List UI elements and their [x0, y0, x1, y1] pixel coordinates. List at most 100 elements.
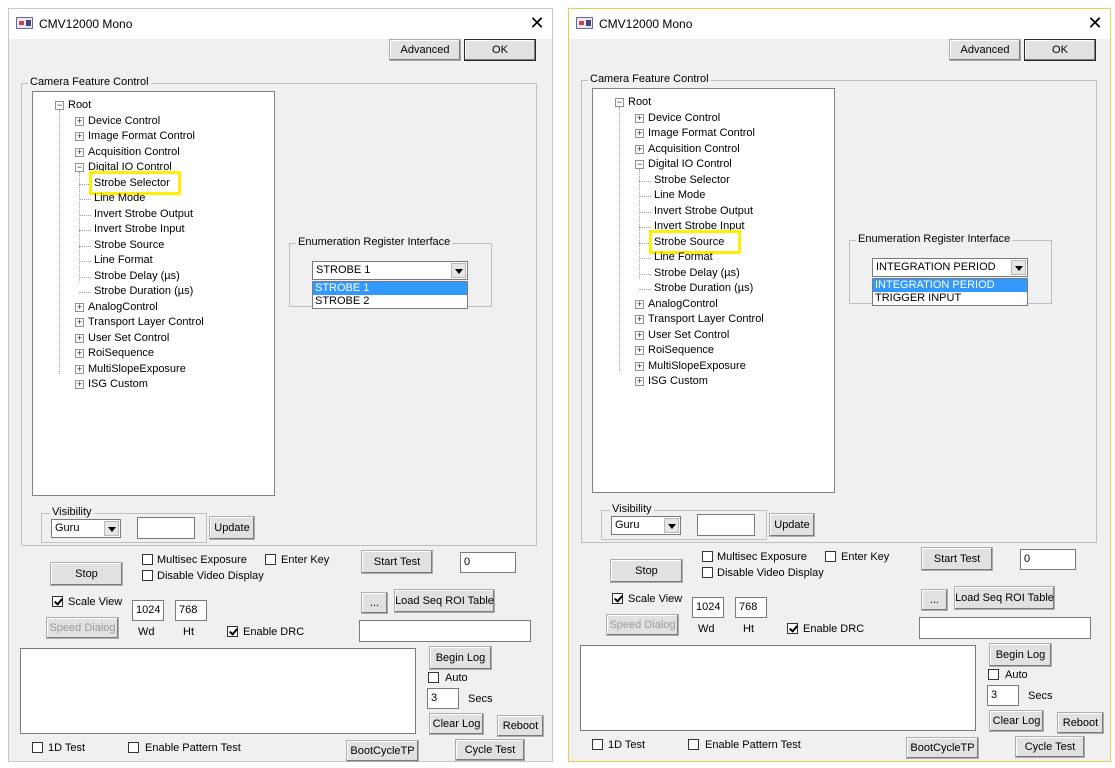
close-button[interactable]: ✕	[526, 12, 548, 34]
enum-value-combo[interactable]: INTEGRATION PERIOD	[872, 258, 1028, 277]
tree-item[interactable]: Image Format Control	[88, 129, 195, 144]
tree-item[interactable]: Invert Strobe Input	[94, 222, 185, 237]
reboot-button[interactable]: Reboot	[1057, 712, 1104, 734]
expand-icon[interactable]: +	[635, 144, 644, 154]
browse-button[interactable]: ...	[361, 592, 388, 614]
enum-option[interactable]: INTEGRATION PERIOD	[873, 279, 1027, 292]
chevron-down-icon[interactable]	[664, 518, 679, 533]
enum-options-list[interactable]: INTEGRATION PERIOD TRIGGER INPUT	[872, 278, 1028, 306]
speed-dialog-button[interactable]: Speed Dialog	[46, 617, 119, 639]
load-seq-roi-table-button[interactable]: Load Seq ROI Table	[394, 589, 495, 613]
log-textarea[interactable]	[20, 648, 416, 734]
bootcycletp-button[interactable]: BootCycleTP	[346, 740, 419, 762]
seq-path-input[interactable]	[359, 620, 531, 642]
width-input[interactable]: 1024	[132, 600, 164, 621]
load-seq-roi-table-button[interactable]: Load Seq ROI Table	[954, 586, 1055, 610]
collapse-icon[interactable]: −	[75, 163, 84, 172]
expand-icon[interactable]: +	[635, 299, 644, 309]
enable-drc-checkbox[interactable]	[787, 623, 798, 634]
expand-icon[interactable]: +	[75, 116, 84, 126]
feature-tree[interactable]: − Root + Device Control + Image Format Contro…	[32, 91, 275, 496]
secs-input[interactable]: 3	[427, 688, 459, 709]
tree-item[interactable]: Digital IO Control	[648, 157, 732, 172]
tree-item[interactable]: Line Mode	[654, 188, 705, 203]
tree-item[interactable]: Device Control	[648, 111, 720, 126]
auto-checkbox[interactable]	[988, 669, 999, 680]
height-input[interactable]: 768	[175, 600, 207, 621]
pattern-test-checkbox[interactable]	[128, 742, 139, 753]
tree-item[interactable]: MultiSlopeExposure	[648, 359, 746, 374]
chevron-down-icon[interactable]	[451, 263, 466, 278]
chevron-down-icon[interactable]	[104, 521, 119, 536]
tree-item[interactable]: AnalogControl	[648, 297, 718, 312]
multisec-exposure-checkbox[interactable]	[142, 554, 153, 565]
enum-option[interactable]: STROBE 1	[313, 282, 467, 295]
tree-item[interactable]: Strobe Duration (µs)	[94, 284, 193, 299]
visibility-text-input[interactable]	[137, 517, 195, 539]
enum-option[interactable]: TRIGGER INPUT	[873, 292, 1027, 305]
tree-item[interactable]: Root	[628, 95, 651, 110]
expand-icon[interactable]: +	[75, 349, 84, 358]
tree-item[interactable]: Strobe Delay (µs)	[94, 269, 180, 284]
collapse-icon[interactable]: −	[615, 98, 624, 107]
tree-item[interactable]: Root	[68, 98, 91, 113]
expand-icon[interactable]: +	[635, 129, 644, 138]
begin-log-button[interactable]: Begin Log	[429, 646, 492, 670]
tree-item[interactable]: Line Format	[654, 250, 713, 265]
pattern-test-checkbox[interactable]	[688, 739, 699, 750]
enable-drc-checkbox[interactable]	[227, 626, 238, 637]
test-count-input[interactable]: 0	[1020, 549, 1076, 570]
tree-item[interactable]: Strobe Duration (µs)	[654, 281, 753, 296]
tree-item[interactable]: Device Control	[88, 114, 160, 129]
expand-icon[interactable]: +	[635, 113, 644, 123]
expand-icon[interactable]: +	[75, 302, 84, 312]
enum-value-combo[interactable]: STROBE 1	[312, 261, 468, 280]
clear-log-button[interactable]: Clear Log	[429, 713, 484, 735]
bootcycletp-button[interactable]: BootCycleTP	[906, 737, 979, 759]
update-button[interactable]: Update	[769, 513, 815, 537]
update-button[interactable]: Update	[209, 516, 255, 540]
collapse-icon[interactable]: −	[635, 160, 644, 169]
tree-item[interactable]: Transport Layer Control	[648, 312, 764, 327]
advanced-button[interactable]: Advanced	[949, 39, 1021, 61]
secs-input[interactable]: 3	[987, 685, 1019, 706]
scale-view-checkbox[interactable]	[52, 596, 63, 607]
collapse-icon[interactable]: −	[55, 101, 64, 110]
tree-item[interactable]: Acquisition Control	[648, 142, 740, 157]
advanced-button[interactable]: Advanced	[389, 39, 461, 61]
start-test-button[interactable]: Start Test	[361, 550, 433, 574]
enter-key-checkbox[interactable]	[825, 551, 836, 562]
ok-button[interactable]: OK	[1024, 39, 1096, 61]
reboot-button[interactable]: Reboot	[497, 715, 544, 737]
tree-item[interactable]: Line Mode	[94, 191, 145, 206]
expand-icon[interactable]: +	[635, 315, 644, 324]
tree-item[interactable]: ISG Custom	[648, 374, 708, 389]
expand-icon[interactable]: +	[75, 132, 84, 141]
tree-item[interactable]: MultiSlopeExposure	[88, 362, 186, 377]
tree-item[interactable]: Strobe Selector	[654, 173, 730, 188]
start-test-button[interactable]: Start Test	[921, 547, 993, 571]
tree-item[interactable]: Image Format Control	[648, 126, 755, 141]
expand-icon[interactable]: +	[75, 333, 84, 343]
expand-icon[interactable]: +	[635, 330, 644, 340]
tree-item[interactable]: Line Format	[94, 253, 153, 268]
enter-key-checkbox[interactable]	[265, 554, 276, 565]
scale-view-checkbox[interactable]	[612, 593, 623, 604]
visibility-combo[interactable]: Guru	[611, 516, 681, 535]
tree-item[interactable]: User Set Control	[648, 328, 729, 343]
feature-tree[interactable]: − Root + Device Control + Image Format Contro…	[592, 88, 835, 493]
tree-item[interactable]: User Set Control	[88, 331, 169, 346]
ok-button[interactable]: OK	[464, 39, 536, 61]
tree-item[interactable]: Strobe Source	[94, 238, 164, 253]
speed-dialog-button[interactable]: Speed Dialog	[606, 614, 679, 636]
stop-button[interactable]: Stop	[50, 562, 123, 586]
visibility-combo[interactable]: Guru	[51, 519, 121, 538]
enum-option[interactable]: STROBE 2	[313, 295, 467, 308]
height-input[interactable]: 768	[735, 597, 767, 618]
disable-video-checkbox[interactable]	[702, 567, 713, 578]
cycle-test-button[interactable]: Cycle Test	[1015, 736, 1085, 758]
expand-icon[interactable]: +	[635, 377, 644, 386]
expand-icon[interactable]: +	[75, 318, 84, 327]
browse-button[interactable]: ...	[921, 589, 948, 611]
auto-checkbox[interactable]	[428, 672, 439, 683]
